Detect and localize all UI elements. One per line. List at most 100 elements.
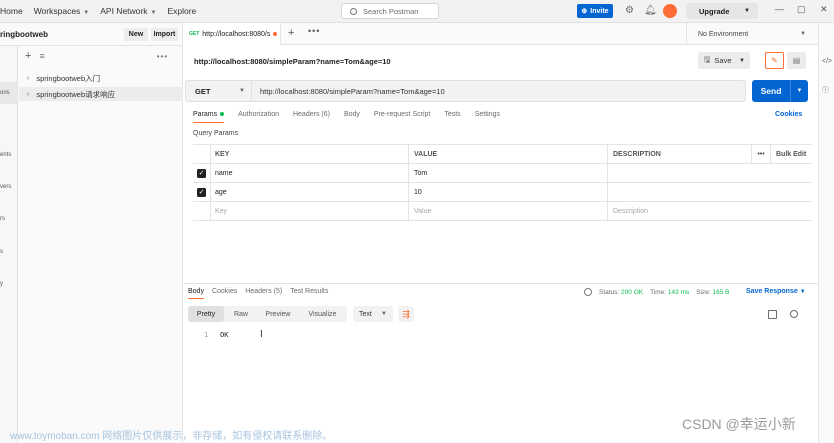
filter-icon[interactable]: ≡ — [39, 51, 44, 61]
copy-icon[interactable] — [768, 310, 777, 319]
tab-pre-request-script[interactable]: Pre-request Script — [374, 111, 430, 118]
param-description-placeholder[interactable]: Description — [607, 202, 751, 220]
send-button[interactable]: Send ▼ — [752, 80, 808, 102]
new-tab-icon[interactable]: + — [288, 27, 294, 39]
info-icon[interactable]: ⓘ — [822, 85, 829, 95]
search-icon[interactable] — [790, 310, 798, 318]
settings-icon[interactable]: ⚙ — [624, 5, 635, 16]
format-segmented-control: Pretty Raw Preview Visualize — [188, 306, 347, 322]
param-key-cell[interactable]: age — [210, 183, 408, 201]
environment-select[interactable]: No Environment ▼ — [686, 23, 816, 45]
wrap-lines-icon[interactable]: ⇶ — [398, 306, 414, 322]
nav-home[interactable]: Home — [0, 6, 23, 16]
tab-params[interactable]: Params — [193, 111, 225, 123]
status-value[interactable]: 200 OK — [621, 289, 643, 296]
row-spacer — [751, 202, 770, 220]
param-description-cell[interactable] — [607, 183, 751, 201]
format-raw[interactable]: Raw — [224, 306, 258, 322]
tab-request[interactable]: GET http://localhost:8080/s — [184, 23, 281, 45]
response-tab-headers[interactable]: Headers (5) — [245, 288, 282, 295]
tab-headers[interactable]: Headers (6) — [293, 111, 330, 118]
param-key-cell[interactable]: name — [210, 164, 408, 182]
param-description-cell[interactable] — [607, 164, 751, 182]
param-value-placeholder[interactable]: Value — [408, 202, 607, 220]
line-text[interactable]: OK — [220, 331, 228, 339]
language-select[interactable]: Text ▼ — [353, 306, 393, 322]
rail-item-collections[interactable]: ons — [0, 90, 10, 96]
add-icon[interactable]: + — [25, 50, 31, 62]
tree-item-springbootweb-intro[interactable]: › springbootweb入门 — [19, 71, 183, 85]
param-key-placeholder[interactable]: Key — [210, 202, 408, 220]
nav-workspaces[interactable]: Workspaces ▼ — [34, 6, 90, 16]
response-tab-cookies[interactable]: Cookies — [212, 288, 237, 295]
nav-explore[interactable]: Explore — [167, 6, 196, 16]
code-snippet-icon[interactable]: </> — [822, 58, 832, 65]
rail-item-environments[interactable]: ents — [0, 152, 11, 158]
rail-item-monitors[interactable]: rs — [0, 216, 5, 222]
tab-tests[interactable]: Tests — [444, 111, 460, 118]
format-pretty[interactable]: Pretty — [188, 306, 224, 322]
tab-body[interactable]: Body — [344, 111, 360, 118]
row-checkbox[interactable]: ✓ — [193, 183, 210, 201]
format-preview[interactable]: Preview — [258, 306, 298, 322]
tab-settings[interactable]: Settings — [475, 111, 500, 118]
param-value-cell[interactable]: Tom — [408, 164, 607, 182]
rail-item-servers[interactable]: vers — [0, 184, 11, 190]
tab-authorization[interactable]: Authorization — [238, 111, 279, 118]
active-dot-icon — [220, 112, 225, 117]
chevron-down-icon: ▼ — [83, 10, 90, 16]
workspace-header: ringbootweb New Import — [0, 23, 183, 46]
format-visualize[interactable]: Visualize — [298, 306, 347, 322]
edit-icon[interactable]: ✎ — [765, 52, 784, 69]
top-nav: Home Workspaces ▼ API Network ▼ Explore — [0, 0, 207, 23]
tree-item-springbootweb-request[interactable]: › springbootweb请求响应 — [19, 87, 183, 101]
time-value[interactable]: 143 ms — [668, 289, 689, 296]
chevron-down-icon[interactable]: ▼ — [791, 88, 808, 94]
param-value-cell[interactable]: 10 — [408, 183, 607, 201]
method-select[interactable]: GET ▼ — [185, 80, 251, 102]
size-value[interactable]: 165 B — [713, 289, 730, 296]
import-button[interactable]: Import — [151, 28, 178, 41]
bulk-edit-link[interactable]: Bulk Edit — [770, 145, 812, 163]
chevron-down-icon: ▼ — [381, 311, 387, 317]
chevron-down-icon[interactable]: ▼ — [739, 58, 745, 64]
column-more-icon[interactable]: ••• — [751, 145, 770, 163]
row-checkbox[interactable]: ✓ — [193, 164, 210, 182]
more-icon[interactable]: ••• — [157, 52, 168, 61]
cookies-link[interactable]: Cookies — [775, 111, 802, 118]
table-row: ✓ age 10 — [193, 183, 812, 202]
workspace-name: ringbootweb — [0, 29, 48, 39]
documentation-icon[interactable]: ▤ — [787, 52, 806, 69]
chevron-right-icon: › — [27, 74, 30, 82]
chevron-down-icon: ▼ — [150, 10, 157, 16]
row-checkbox-empty — [193, 202, 210, 220]
params-table: KEY VALUE DESCRIPTION ••• Bulk Edit ✓ na… — [193, 144, 812, 221]
url-input[interactable]: http://localhost:8080/simpleParam?name=T… — [251, 80, 746, 102]
language-label: Text — [359, 310, 372, 318]
pane-splitter[interactable] — [184, 283, 818, 284]
response-tab-body[interactable]: Body — [188, 288, 204, 299]
globe-icon[interactable] — [584, 288, 592, 296]
add-user-icon: ⊕ — [581, 8, 588, 15]
notification-bell-icon[interactable]: 🔔︎ — [644, 5, 657, 16]
save-response-button[interactable]: Save Response ▼ — [746, 288, 806, 295]
new-button[interactable]: New — [124, 28, 148, 41]
chevron-right-icon: › — [27, 90, 30, 98]
minimize-icon[interactable]: — — [775, 4, 784, 14]
nav-api-network[interactable]: API Network ▼ — [100, 6, 156, 16]
save-button[interactable]: 🖫 Save ▼ — [698, 52, 750, 69]
watermark-text: www.toymoban.com 网络图片仅供展示，非存储，如有侵权请联系删除。 — [10, 431, 333, 442]
response-tab-test-results[interactable]: Test Results — [290, 288, 328, 295]
upgrade-button[interactable]: Upgrade ▼ — [686, 3, 758, 19]
chevron-down-icon: ▼ — [799, 289, 806, 295]
more-tabs-icon[interactable]: ••• — [308, 26, 320, 36]
response-body-line: 1 OK — [204, 331, 228, 339]
rail-item-history[interactable]: y — [0, 281, 3, 287]
search-input[interactable]: Search Postman — [341, 3, 439, 19]
save-label: Save — [714, 56, 732, 65]
invite-button[interactable]: ⊕ Invite — [577, 4, 613, 18]
avatar[interactable] — [663, 4, 677, 18]
close-icon[interactable]: ✕ — [820, 4, 828, 15]
rail-item-flows[interactable]: s — [0, 249, 3, 255]
maximize-icon[interactable]: ▢ — [797, 4, 806, 15]
